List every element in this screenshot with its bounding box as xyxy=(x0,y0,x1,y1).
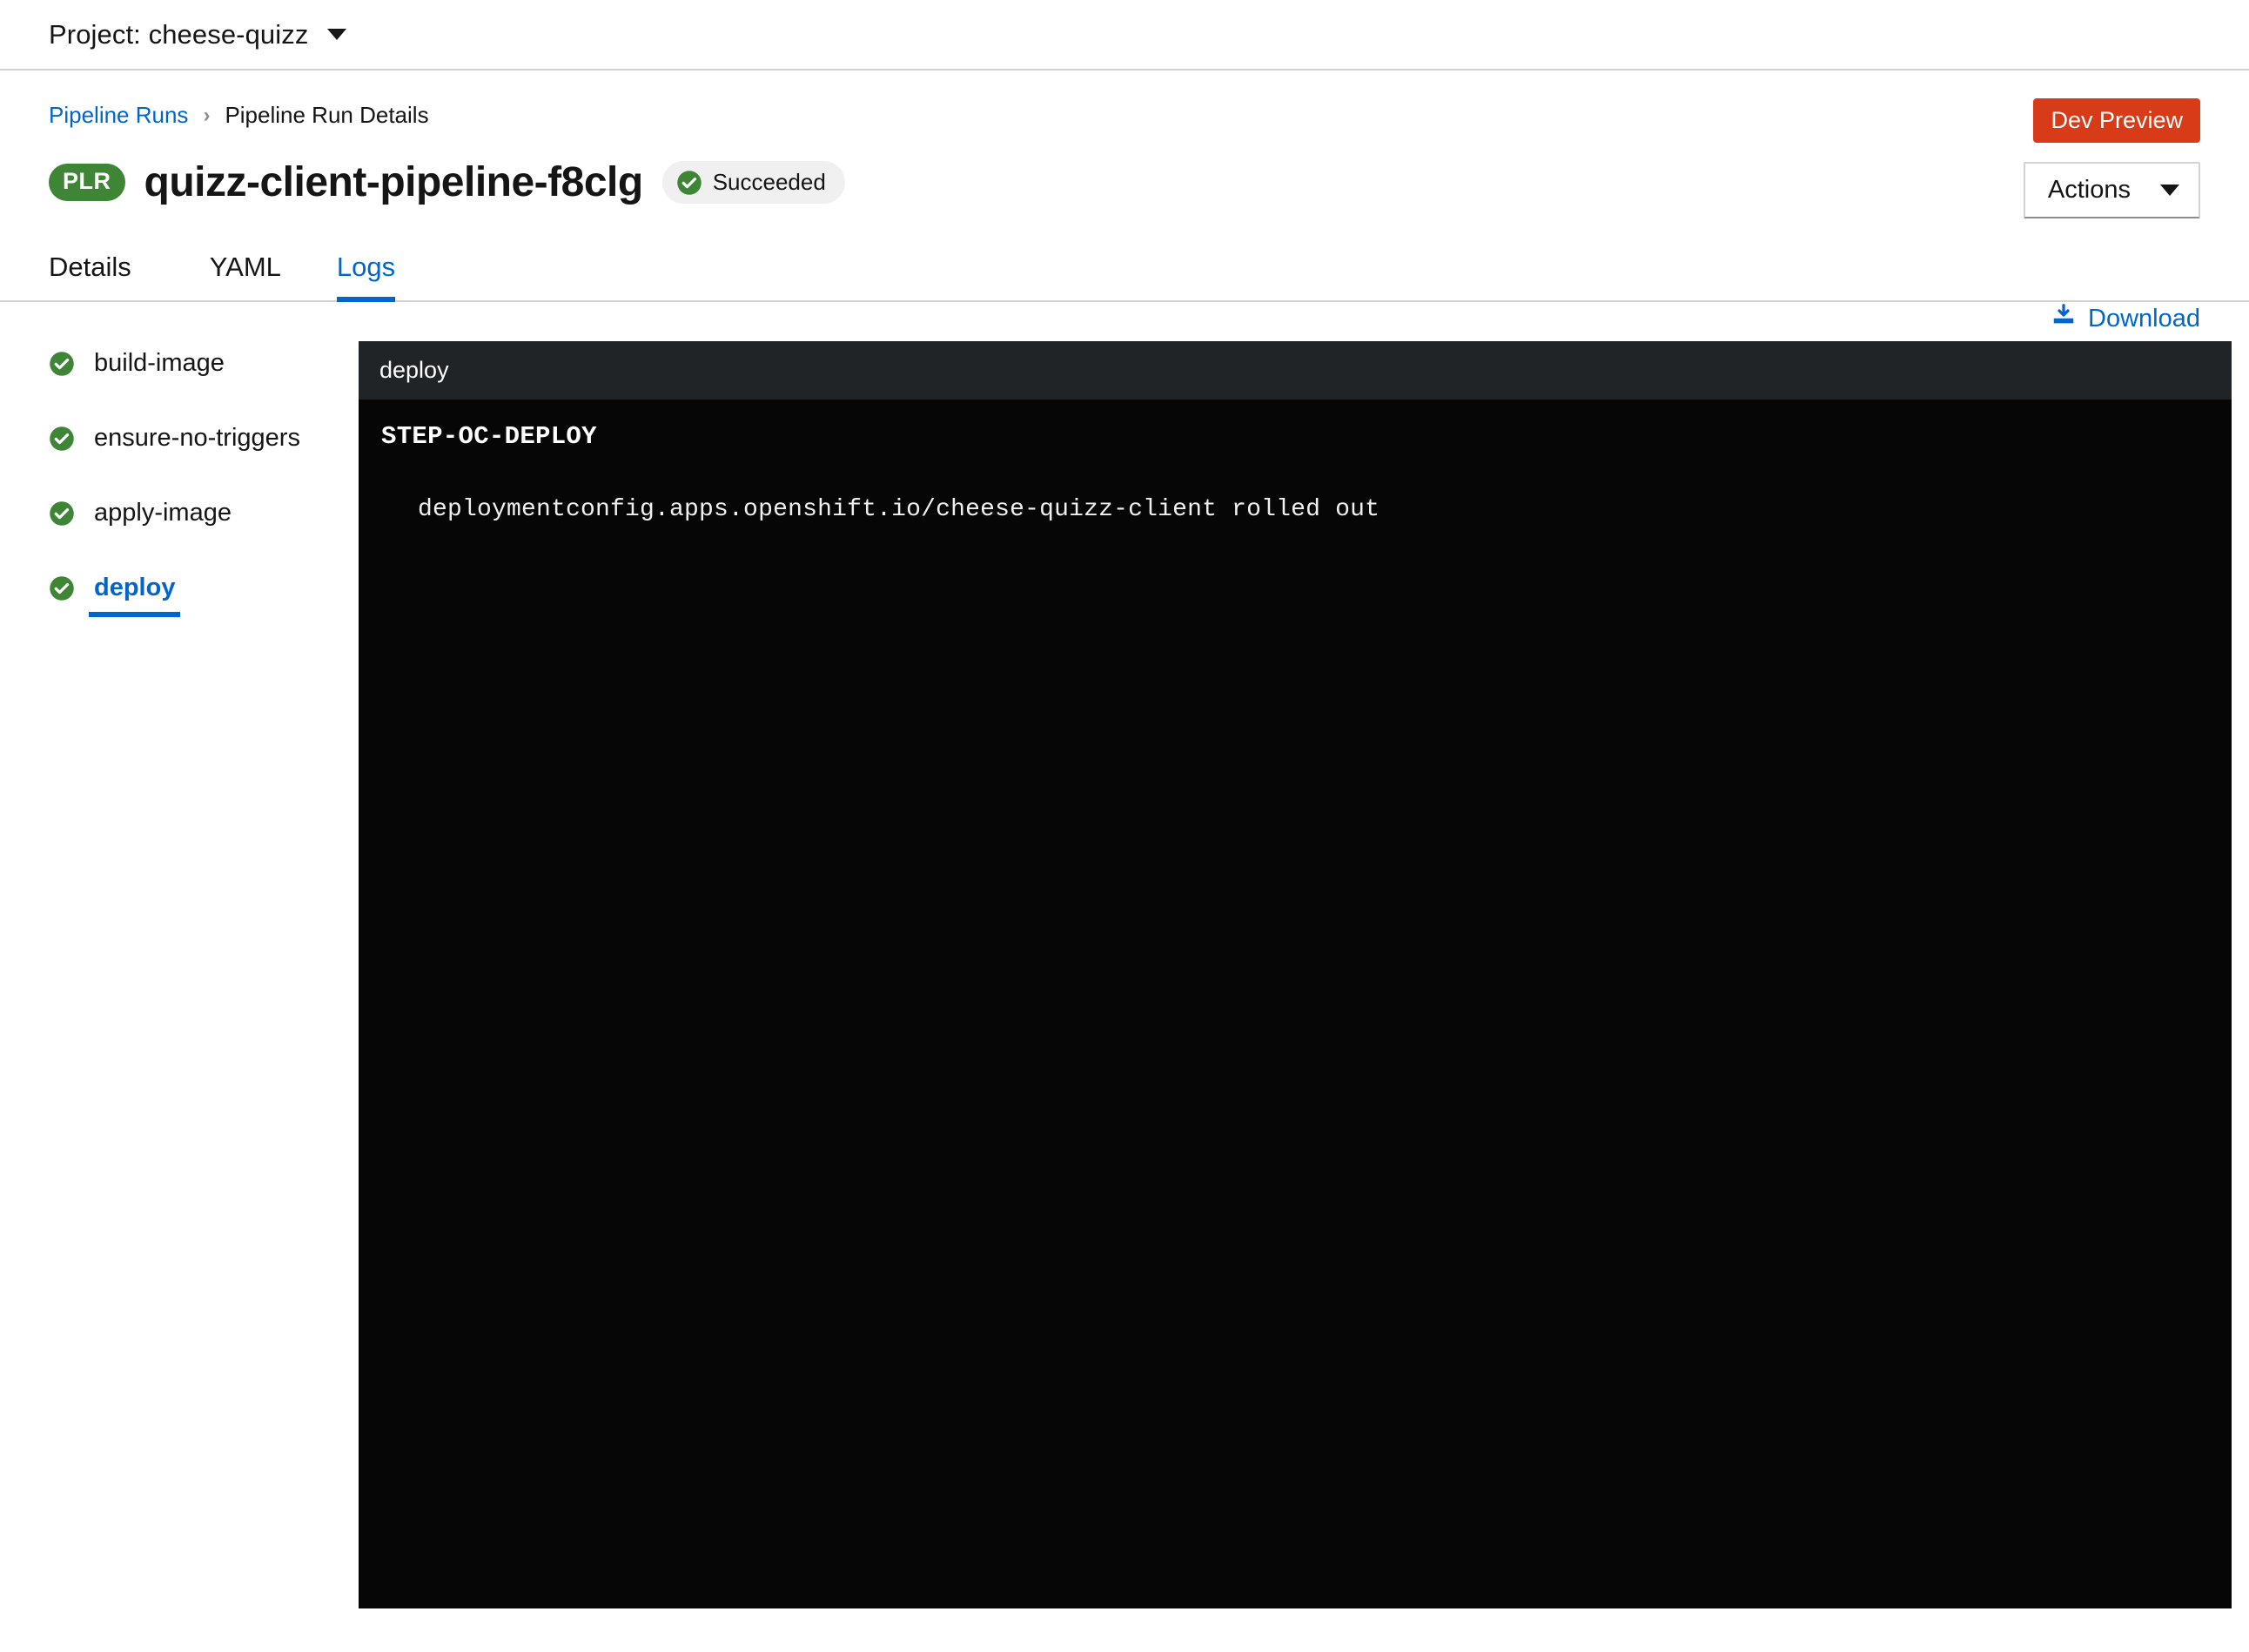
check-circle-icon xyxy=(49,575,75,601)
task-item-apply-image[interactable]: apply-image xyxy=(49,499,336,527)
download-icon xyxy=(2051,302,2077,335)
log-panel-header: deploy xyxy=(359,341,2232,400)
chevron-right-icon: › xyxy=(203,103,211,127)
check-circle-icon xyxy=(676,170,702,196)
logs-content: build-image ensure-no-triggers apply-ima… xyxy=(0,302,2249,1608)
status-badge: Succeeded xyxy=(661,161,845,204)
task-item-label: build-image xyxy=(94,349,225,377)
task-item-ensure-no-triggers[interactable]: ensure-no-triggers xyxy=(49,424,336,453)
task-item-label: deploy xyxy=(94,574,176,601)
log-step-title: STEP-OC-DEPLOY xyxy=(381,422,597,451)
resource-kind-badge: PLR xyxy=(49,164,125,201)
project-selector[interactable]: Project: cheese-quizz xyxy=(49,18,347,50)
actions-dropdown-button[interactable]: Actions xyxy=(2023,162,2200,218)
tab-details[interactable]: Details xyxy=(49,252,159,300)
header-actions: Dev Preview Actions xyxy=(2023,98,2200,218)
task-item-build-image[interactable]: build-image xyxy=(49,349,336,378)
download-logs-link[interactable]: Download xyxy=(2051,302,2200,335)
log-panel-title: deploy xyxy=(379,357,449,383)
project-bar: Project: cheese-quizz xyxy=(0,0,2249,71)
page-title: quizz-client-pipeline-f8clg xyxy=(144,159,644,205)
breadcrumb-link-pipeline-runs[interactable]: Pipeline Runs xyxy=(49,102,188,129)
breadcrumb: Pipeline Runs › Pipeline Run Details xyxy=(49,102,2200,129)
check-circle-icon xyxy=(49,500,75,527)
title-row: PLR quizz-client-pipeline-f8clg Succeede… xyxy=(49,158,2200,236)
check-circle-icon xyxy=(49,426,75,452)
tab-logs[interactable]: Logs xyxy=(309,252,423,302)
chevron-down-icon xyxy=(327,29,347,40)
task-item-label: ensure-no-triggers xyxy=(94,424,300,452)
task-list: build-image ensure-no-triggers apply-ima… xyxy=(49,349,336,648)
log-line: deploymentconfig.apps.openshift.io/chees… xyxy=(418,496,1380,523)
actions-dropdown-label: Actions xyxy=(2047,176,2131,204)
tab-yaml[interactable]: YAML xyxy=(182,252,309,300)
status-badge-label: Succeeded xyxy=(712,169,826,195)
download-logs-label: Download xyxy=(2088,304,2200,332)
dev-preview-badge[interactable]: Dev Preview xyxy=(2033,98,2200,143)
check-circle-icon xyxy=(49,351,75,377)
log-output[interactable]: STEP-OC-DEPLOY deploymentconfig.apps.ope… xyxy=(359,400,2232,1608)
task-item-deploy[interactable]: deploy xyxy=(49,574,336,617)
page-header: Pipeline Runs › Pipeline Run Details PLR… xyxy=(0,71,2249,236)
tab-bar: Details YAML Logs xyxy=(0,236,2249,302)
breadcrumb-current: Pipeline Run Details xyxy=(225,102,429,128)
chevron-down-icon xyxy=(2160,185,2179,196)
log-panel: deploy STEP-OC-DEPLOY deploymentconfig.a… xyxy=(359,341,2232,1608)
task-item-label: apply-image xyxy=(94,499,232,527)
project-selector-label: Project: cheese-quizz xyxy=(49,18,309,50)
